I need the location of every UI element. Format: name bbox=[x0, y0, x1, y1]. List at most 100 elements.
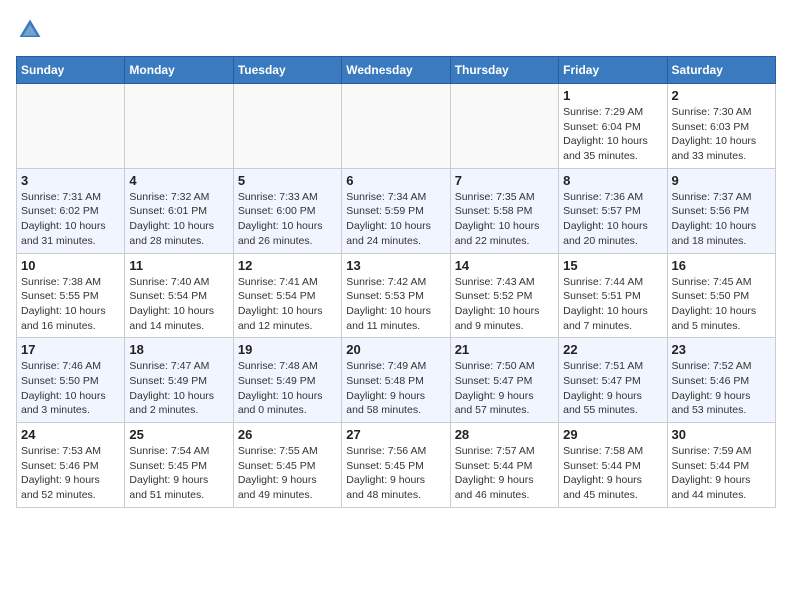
day-info: Sunrise: 7:31 AM Sunset: 6:02 PM Dayligh… bbox=[21, 190, 120, 249]
day-info: Sunrise: 7:47 AM Sunset: 5:49 PM Dayligh… bbox=[129, 359, 228, 418]
calendar-cell: 18 Sunrise: 7:47 AM Sunset: 5:49 PM Dayli… bbox=[125, 338, 233, 423]
day-info: Sunrise: 7:32 AM Sunset: 6:01 PM Dayligh… bbox=[129, 190, 228, 249]
day-info: Sunrise: 7:55 AM Sunset: 5:45 PM Dayligh… bbox=[238, 444, 337, 503]
day-info: Sunrise: 7:56 AM Sunset: 5:45 PM Dayligh… bbox=[346, 444, 445, 503]
calendar-week-row: 10 Sunrise: 7:38 AM Sunset: 5:55 PM Dayli… bbox=[17, 253, 776, 338]
weekday-header: Wednesday bbox=[342, 57, 450, 84]
calendar-cell: 29 Sunrise: 7:58 AM Sunset: 5:44 PM Dayli… bbox=[559, 423, 667, 508]
day-number: 9 bbox=[672, 173, 771, 188]
calendar-cell: 10 Sunrise: 7:38 AM Sunset: 5:55 PM Dayli… bbox=[17, 253, 125, 338]
day-info: Sunrise: 7:40 AM Sunset: 5:54 PM Dayligh… bbox=[129, 275, 228, 334]
page-header bbox=[16, 16, 776, 44]
weekday-header: Monday bbox=[125, 57, 233, 84]
calendar-table: SundayMondayTuesdayWednesdayThursdayFrid… bbox=[16, 56, 776, 508]
day-info: Sunrise: 7:37 AM Sunset: 5:56 PM Dayligh… bbox=[672, 190, 771, 249]
calendar-cell: 2 Sunrise: 7:30 AM Sunset: 6:03 PM Daylig… bbox=[667, 84, 775, 169]
day-info: Sunrise: 7:29 AM Sunset: 6:04 PM Dayligh… bbox=[563, 105, 662, 164]
calendar-cell bbox=[450, 84, 558, 169]
calendar-cell bbox=[17, 84, 125, 169]
day-info: Sunrise: 7:44 AM Sunset: 5:51 PM Dayligh… bbox=[563, 275, 662, 334]
day-number: 22 bbox=[563, 342, 662, 357]
day-number: 20 bbox=[346, 342, 445, 357]
calendar-cell: 14 Sunrise: 7:43 AM Sunset: 5:52 PM Dayli… bbox=[450, 253, 558, 338]
calendar-cell: 1 Sunrise: 7:29 AM Sunset: 6:04 PM Daylig… bbox=[559, 84, 667, 169]
day-info: Sunrise: 7:50 AM Sunset: 5:47 PM Dayligh… bbox=[455, 359, 554, 418]
day-number: 27 bbox=[346, 427, 445, 442]
calendar-cell: 5 Sunrise: 7:33 AM Sunset: 6:00 PM Daylig… bbox=[233, 168, 341, 253]
day-number: 25 bbox=[129, 427, 228, 442]
logo bbox=[16, 16, 46, 44]
day-number: 4 bbox=[129, 173, 228, 188]
calendar-cell bbox=[233, 84, 341, 169]
day-number: 13 bbox=[346, 258, 445, 273]
day-info: Sunrise: 7:36 AM Sunset: 5:57 PM Dayligh… bbox=[563, 190, 662, 249]
day-info: Sunrise: 7:30 AM Sunset: 6:03 PM Dayligh… bbox=[672, 105, 771, 164]
weekday-header: Saturday bbox=[667, 57, 775, 84]
day-number: 23 bbox=[672, 342, 771, 357]
day-info: Sunrise: 7:51 AM Sunset: 5:47 PM Dayligh… bbox=[563, 359, 662, 418]
calendar-cell: 12 Sunrise: 7:41 AM Sunset: 5:54 PM Dayli… bbox=[233, 253, 341, 338]
calendar-cell: 28Sunrise: 7:57 AM Sunset: 5:44 PM Dayli… bbox=[450, 423, 558, 508]
weekday-header: Thursday bbox=[450, 57, 558, 84]
calendar-cell: 4 Sunrise: 7:32 AM Sunset: 6:01 PM Daylig… bbox=[125, 168, 233, 253]
day-info: Sunrise: 7:52 AM Sunset: 5:46 PM Dayligh… bbox=[672, 359, 771, 418]
calendar-cell: 23 Sunrise: 7:52 AM Sunset: 5:46 PM Dayli… bbox=[667, 338, 775, 423]
day-number: 12 bbox=[238, 258, 337, 273]
day-number: 16 bbox=[672, 258, 771, 273]
day-number: 19 bbox=[238, 342, 337, 357]
calendar-cell: 24 Sunrise: 7:53 AM Sunset: 5:46 PM Dayli… bbox=[17, 423, 125, 508]
day-number: 6 bbox=[346, 173, 445, 188]
day-number: 29 bbox=[563, 427, 662, 442]
calendar-week-row: 24 Sunrise: 7:53 AM Sunset: 5:46 PM Dayli… bbox=[17, 423, 776, 508]
day-info: Sunrise: 7:59 AM Sunset: 5:44 PM Dayligh… bbox=[672, 444, 771, 503]
day-info: Sunrise: 7:48 AM Sunset: 5:49 PM Dayligh… bbox=[238, 359, 337, 418]
day-info: Sunrise: 7:33 AM Sunset: 6:00 PM Dayligh… bbox=[238, 190, 337, 249]
calendar-cell: 3 Sunrise: 7:31 AM Sunset: 6:02 PM Daylig… bbox=[17, 168, 125, 253]
day-number: 3 bbox=[21, 173, 120, 188]
day-info: Sunrise: 7:42 AM Sunset: 5:53 PM Dayligh… bbox=[346, 275, 445, 334]
day-number: 24 bbox=[21, 427, 120, 442]
calendar-cell: 15 Sunrise: 7:44 AM Sunset: 5:51 PM Dayli… bbox=[559, 253, 667, 338]
calendar-cell: 16 Sunrise: 7:45 AM Sunset: 5:50 PM Dayli… bbox=[667, 253, 775, 338]
day-number: 5 bbox=[238, 173, 337, 188]
calendar-cell: 26 Sunrise: 7:55 AM Sunset: 5:45 PM Dayli… bbox=[233, 423, 341, 508]
calendar-cell: 13 Sunrise: 7:42 AM Sunset: 5:53 PM Dayli… bbox=[342, 253, 450, 338]
day-number: 11 bbox=[129, 258, 228, 273]
day-info: Sunrise: 7:49 AM Sunset: 5:48 PM Dayligh… bbox=[346, 359, 445, 418]
calendar-cell: 17 Sunrise: 7:46 AM Sunset: 5:50 PM Dayli… bbox=[17, 338, 125, 423]
calendar-header-row: SundayMondayTuesdayWednesdayThursdayFrid… bbox=[17, 57, 776, 84]
day-number: 1 bbox=[563, 88, 662, 103]
day-number: 8 bbox=[563, 173, 662, 188]
calendar-cell: 25Sunrise: 7:54 AM Sunset: 5:45 PM Dayli… bbox=[125, 423, 233, 508]
day-number: 14 bbox=[455, 258, 554, 273]
day-number: 15 bbox=[563, 258, 662, 273]
day-number: 18 bbox=[129, 342, 228, 357]
calendar-cell: 9 Sunrise: 7:37 AM Sunset: 5:56 PM Daylig… bbox=[667, 168, 775, 253]
day-info: Sunrise: 7:35 AM Sunset: 5:58 PM Dayligh… bbox=[455, 190, 554, 249]
calendar-week-row: 3 Sunrise: 7:31 AM Sunset: 6:02 PM Daylig… bbox=[17, 168, 776, 253]
calendar-cell: 21Sunrise: 7:50 AM Sunset: 5:47 PM Dayli… bbox=[450, 338, 558, 423]
day-info: Sunrise: 7:43 AM Sunset: 5:52 PM Dayligh… bbox=[455, 275, 554, 334]
day-info: Sunrise: 7:53 AM Sunset: 5:46 PM Dayligh… bbox=[21, 444, 120, 503]
day-info: Sunrise: 7:58 AM Sunset: 5:44 PM Dayligh… bbox=[563, 444, 662, 503]
logo-icon bbox=[16, 16, 44, 44]
day-info: Sunrise: 7:41 AM Sunset: 5:54 PM Dayligh… bbox=[238, 275, 337, 334]
calendar-cell: 27 Sunrise: 7:56 AM Sunset: 5:45 PM Dayli… bbox=[342, 423, 450, 508]
calendar-cell: 7Sunrise: 7:35 AM Sunset: 5:58 PM Daylig… bbox=[450, 168, 558, 253]
day-number: 10 bbox=[21, 258, 120, 273]
day-number: 17 bbox=[21, 342, 120, 357]
weekday-header: Tuesday bbox=[233, 57, 341, 84]
calendar-cell: 11 Sunrise: 7:40 AM Sunset: 5:54 PM Dayli… bbox=[125, 253, 233, 338]
day-number: 2 bbox=[672, 88, 771, 103]
calendar-cell: 6Sunrise: 7:34 AM Sunset: 5:59 PM Daylig… bbox=[342, 168, 450, 253]
calendar-cell bbox=[125, 84, 233, 169]
calendar-week-row: 17 Sunrise: 7:46 AM Sunset: 5:50 PM Dayli… bbox=[17, 338, 776, 423]
day-info: Sunrise: 7:38 AM Sunset: 5:55 PM Dayligh… bbox=[21, 275, 120, 334]
day-number: 28 bbox=[455, 427, 554, 442]
day-info: Sunrise: 7:45 AM Sunset: 5:50 PM Dayligh… bbox=[672, 275, 771, 334]
calendar-cell: 22 Sunrise: 7:51 AM Sunset: 5:47 PM Dayli… bbox=[559, 338, 667, 423]
day-info: Sunrise: 7:46 AM Sunset: 5:50 PM Dayligh… bbox=[21, 359, 120, 418]
day-number: 30 bbox=[672, 427, 771, 442]
day-number: 26 bbox=[238, 427, 337, 442]
calendar-cell bbox=[342, 84, 450, 169]
